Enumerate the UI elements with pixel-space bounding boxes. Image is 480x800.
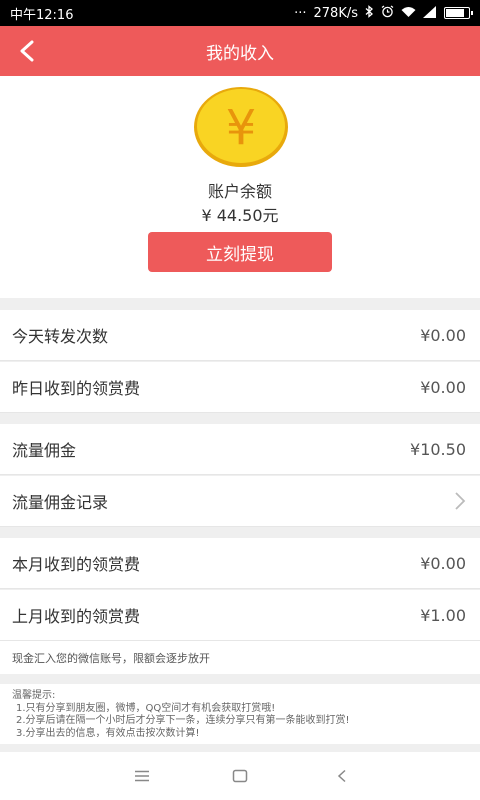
- bluetooth-icon: [365, 5, 374, 21]
- tips-title: 温馨提示:: [12, 690, 56, 701]
- row-value: ¥0.00: [420, 553, 466, 573]
- row-label: 流量佣金记录: [12, 493, 109, 512]
- tip-item: 1.只有分享到朋友圈，微博，QQ空间才有机会获取打赏哦!: [16, 702, 276, 714]
- tip-item: 2.分享后请在隔一个小时后才分享下一条，连续分享只有第一条能收到打赏!: [16, 715, 350, 726]
- row-label: 本月收到的领赏费: [12, 555, 141, 574]
- balance-card: ¥ 账户余额 ¥ 44.50元 立刻提现: [0, 76, 480, 298]
- chevron-right-icon: [455, 492, 466, 510]
- chevron-left-icon: [20, 40, 34, 62]
- coin-icon: ¥: [194, 87, 288, 167]
- row-today-shares: 今天转发次数 ¥0.00: [0, 310, 480, 361]
- home-button[interactable]: [228, 764, 252, 788]
- tip-item: 3.分享出去的信息，有效点击按次数计算!: [16, 727, 200, 739]
- row-label: 流量佣金: [12, 441, 77, 460]
- battery-icon: [444, 7, 473, 19]
- withdraw-notice: 现金汇入您的微信账号，限额会逐步放开: [0, 641, 480, 674]
- page-title: 我的收入: [206, 43, 274, 64]
- row-last-month-reward: 上月收到的领赏费 ¥1.00: [0, 590, 480, 641]
- back-button[interactable]: [12, 36, 42, 66]
- app-header: 我的收入: [0, 26, 480, 76]
- coin-symbol: ¥: [226, 100, 257, 156]
- row-value: ¥1.00: [420, 605, 466, 625]
- back-arrow-icon: [337, 769, 346, 783]
- row-commission-record[interactable]: 流量佣金记录: [0, 476, 480, 527]
- tips-section: 温馨提示: 1.只有分享到朋友圈，微博，QQ空间才有机会获取打赏哦! 2.分享后…: [0, 684, 480, 744]
- wifi-icon: [401, 6, 416, 21]
- network-speed: 278K/s: [313, 5, 359, 21]
- row-value: ¥0.00: [420, 377, 466, 397]
- status-time: 中午12:16: [10, 7, 74, 23]
- alarm-icon: [381, 5, 394, 21]
- status-bar: 中午12:16 ··· 278K/s: [0, 0, 480, 26]
- signal-icon: [423, 5, 437, 21]
- row-month-reward: 本月收到的领赏费 ¥0.00: [0, 538, 480, 589]
- row-label: 昨日收到的领赏费: [12, 379, 141, 398]
- home-icon: [232, 769, 248, 783]
- row-value: ¥10.50: [410, 439, 466, 459]
- balance-label: 账户余额: [207, 182, 272, 201]
- row-label: 今天转发次数: [12, 327, 109, 346]
- row-yesterday-reward: 昨日收到的领赏费 ¥0.00: [0, 362, 480, 413]
- balance-amount: ¥ 44.50元: [201, 206, 279, 225]
- system-nav-bar: [0, 752, 480, 800]
- battery-fill: [446, 9, 464, 17]
- withdraw-button[interactable]: 立刻提现: [148, 232, 332, 272]
- back-nav-button[interactable]: [330, 764, 354, 788]
- menu-icon: [135, 770, 149, 782]
- row-traffic-commission: 流量佣金 ¥10.50: [0, 424, 480, 475]
- menu-button[interactable]: [130, 764, 154, 788]
- status-dots: ···: [294, 5, 307, 21]
- row-label: 上月收到的领赏费: [12, 607, 141, 626]
- row-value: ¥0.00: [420, 325, 466, 345]
